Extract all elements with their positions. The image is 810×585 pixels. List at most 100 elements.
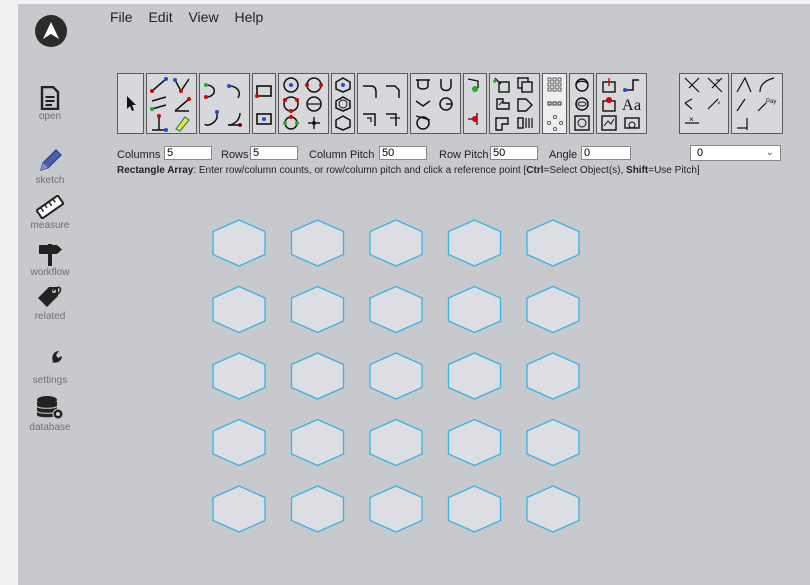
chamfer-icon[interactable] [384,82,402,100]
array-hexagon[interactable] [369,352,423,400]
app-logo-icon[interactable] [35,15,67,47]
arc-3pt-icon[interactable] [226,82,244,100]
offset-2-icon[interactable] [573,95,591,113]
scale-icon[interactable] [516,95,534,113]
polyline-tool-icon[interactable] [173,76,191,94]
intersect-icon[interactable] [683,76,701,94]
drawing-canvas[interactable] [200,210,600,550]
offset-corner-icon[interactable] [384,110,402,128]
menu-help[interactable]: Help [234,9,263,25]
array-hexagon[interactable] [526,418,580,467]
sidebar-item-workflow[interactable]: workflow [20,240,80,278]
intersect-2-icon[interactable] [706,76,724,94]
angle-dim-icon[interactable] [735,76,753,94]
offset-3-icon[interactable] [573,114,591,132]
keyhole-icon[interactable] [437,95,455,113]
select-arrow-icon[interactable] [122,94,140,112]
rectangle-tool-icon[interactable] [255,82,273,100]
corner-icon[interactable] [361,110,379,128]
bisect-2-icon[interactable]: × [706,95,724,113]
rotate-icon[interactable] [493,95,511,113]
arc-tool-icon[interactable] [203,82,221,100]
hatch-icon[interactable] [623,114,641,132]
explode-icon[interactable] [600,95,618,113]
circle-3pt-icon[interactable] [282,95,300,113]
extend-icon[interactable] [466,110,484,128]
slot-icon[interactable] [414,76,432,94]
array-hexagon[interactable] [369,418,423,467]
array-hexagon[interactable] [369,219,423,267]
circle-tan-lines-icon[interactable] [282,114,300,132]
trim-icon[interactable] [466,76,484,94]
offset-icon[interactable] [573,76,591,94]
array-hexagon[interactable] [526,285,580,334]
array-hexagon[interactable] [369,285,423,334]
array-hexagon[interactable] [526,352,580,400]
rows-input[interactable] [250,146,298,160]
angle-input[interactable] [581,146,631,160]
line-tool-icon[interactable] [150,76,168,94]
obround-icon[interactable] [414,114,432,132]
array-hexagon[interactable] [290,352,345,400]
rectangle-center-icon[interactable] [255,110,273,128]
mirror-icon[interactable] [493,114,511,132]
perpendicular-icon[interactable] [150,114,168,132]
menu-edit[interactable]: Edit [148,9,172,25]
join-icon[interactable] [623,76,641,94]
layer-select[interactable]: 0 ⌄ [690,145,781,161]
dimension-icon[interactable] [600,114,618,132]
array-hexagon[interactable] [447,219,502,267]
polygon-icon[interactable] [334,76,352,94]
column-pitch-input[interactable] [379,146,427,160]
copy-icon[interactable] [516,76,534,94]
leader-icon[interactable] [735,95,753,113]
sidebar-item-settings[interactable]: settings [20,348,80,386]
row-pitch-input[interactable] [490,146,538,160]
array-hexagon[interactable] [212,219,266,267]
sidebar-item-sketch[interactable]: sketch [20,148,80,186]
array-hexagon[interactable] [212,285,266,334]
rectangle-array-icon[interactable] [546,76,564,94]
angle-line-icon[interactable] [173,95,191,113]
row-array-icon[interactable] [546,95,564,113]
radius-dim-icon[interactable] [758,76,776,94]
parallel-line-icon[interactable] [150,95,168,113]
circle-2pt-icon[interactable] [305,76,323,94]
polygon-inscribed-icon[interactable] [334,95,352,113]
array-hexagon[interactable] [290,219,345,267]
sidebar-item-database[interactable]: database [20,395,80,433]
sidebar-item-open[interactable]: open [20,86,80,122]
fillet-icon[interactable] [361,82,379,100]
columns-input[interactable] [164,146,212,160]
array-hexagon[interactable] [212,352,266,400]
stretch-icon[interactable] [516,114,534,132]
array-hexagon[interactable] [290,485,345,533]
move-icon[interactable] [493,76,511,94]
array-hexagon[interactable] [447,285,502,334]
break-icon[interactable] [600,76,618,94]
hexagon-icon[interactable] [334,114,352,132]
array-hexagon[interactable] [290,418,345,467]
array-hexagon[interactable] [526,219,580,267]
sidebar-item-measure[interactable]: measure [20,195,80,231]
vertical-dim-icon[interactable] [735,114,753,132]
array-hexagon[interactable] [447,485,502,533]
keyway-icon[interactable] [414,95,432,113]
array-hexagon[interactable] [447,418,502,467]
text-tool-icon[interactable]: Aa [621,95,645,113]
highlighter-icon[interactable] [173,114,191,132]
point-tool-icon[interactable] [305,114,323,132]
menu-view[interactable]: View [188,9,218,25]
array-hexagon[interactable] [447,352,502,400]
array-hexagon[interactable] [212,418,266,467]
circle-center-icon[interactable] [282,76,300,94]
circle-tangent-icon[interactable] [305,95,323,113]
bisect-icon[interactable] [683,95,701,113]
array-hexagon[interactable] [369,485,423,533]
array-hexagon[interactable] [290,285,345,334]
slot-rounded-icon[interactable] [437,76,455,94]
payment-dim-icon[interactable]: Pay [756,95,780,113]
arc-tangent-icon[interactable] [203,110,221,128]
menu-file[interactable]: File [110,9,133,25]
arc-center-icon[interactable] [226,110,244,128]
